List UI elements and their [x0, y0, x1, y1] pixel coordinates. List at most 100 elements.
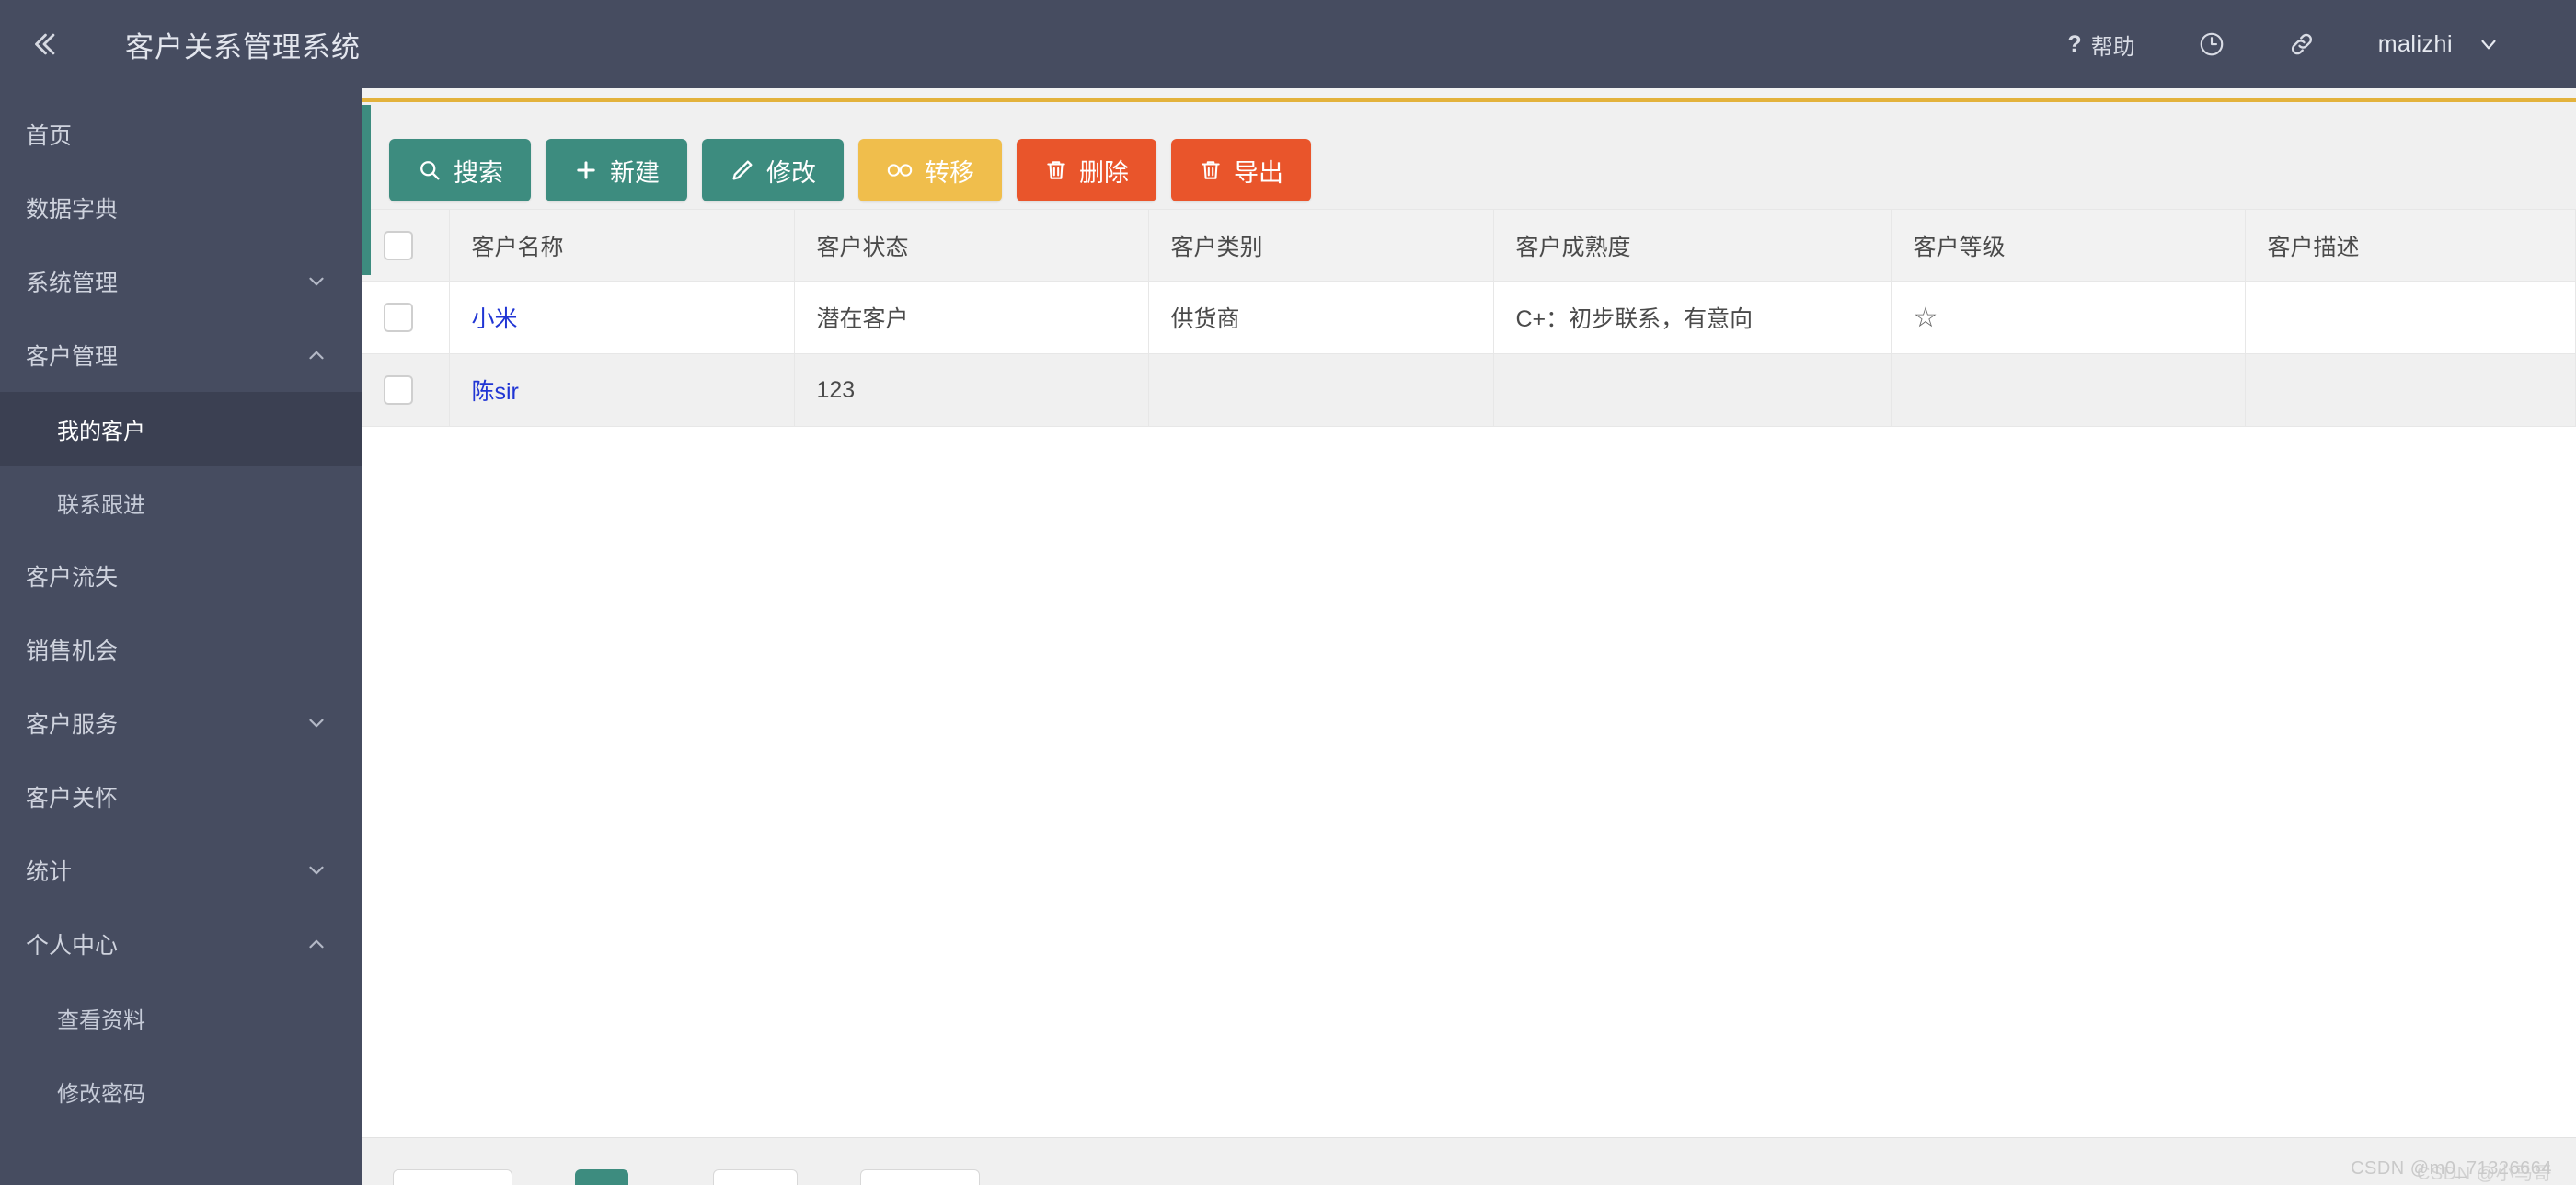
clock-icon	[2200, 32, 2224, 56]
sidebar-item-1[interactable]: 数据字典	[0, 171, 362, 245]
sidebar-item-label: 客户关怀	[26, 786, 119, 811]
table-row[interactable]: 小米 潜在客户 供货商 C+：初步联系，有意向 ☆	[362, 281, 2576, 354]
chevron-up-icon	[309, 351, 324, 360]
chevron-down-icon	[309, 866, 324, 875]
top-header-bar: 客户关系管理系统 ? 帮助 malizhi	[0, 0, 2576, 88]
toolbar-button-label: 新建	[610, 158, 660, 187]
sidebar-item-label: 系统管理	[26, 270, 119, 296]
column-header-state[interactable]: 客户状态	[794, 209, 1149, 282]
sidebar-item-13[interactable]: 修改密码	[0, 1054, 362, 1128]
sidebar-item-label: 联系跟进	[57, 492, 145, 518]
header-actions: ? 帮助 malizhi	[2036, 0, 2576, 88]
column-header-maturity[interactable]: 客户成熟度	[1493, 209, 1892, 282]
cell-level: ☆	[1891, 281, 2246, 354]
page-size-select[interactable]: 每页	[393, 1169, 512, 1185]
column-header-description[interactable]: 客户描述	[2245, 209, 2576, 282]
cell-category-text: 供货商	[1170, 306, 1240, 332]
toolbar-button-2[interactable]: 修改	[702, 139, 844, 201]
customer-name-link[interactable]: 小米	[472, 306, 518, 332]
sidebar-item-8[interactable]: 客户服务	[0, 686, 362, 760]
sidebar-item-0[interactable]: 首页	[0, 98, 362, 171]
sidebar-item-9[interactable]: 客户关怀	[0, 760, 362, 834]
total-pages-text: 总数	[649, 1180, 693, 1185]
trash-icon	[1044, 157, 1068, 183]
left-sidebar-nav: 首页数据字典系统管理客户管理我的客户联系跟进客户流失销售机会客户服务客户关怀统计…	[0, 88, 362, 1185]
customer-level-star: ☆	[1913, 302, 1938, 333]
sidebar-item-3[interactable]: 客户管理	[0, 318, 362, 392]
pagination-controls: 每页 共 1 总数 页 ↻	[362, 1138, 2576, 1185]
help-button[interactable]: ? 帮助	[2036, 0, 2166, 88]
body-container: 首页数据字典系统管理客户管理我的客户联系跟进客户流失销售机会客户服务客户关怀统计…	[0, 88, 2576, 1185]
table-head: 客户名称 客户状态 客户类别 客户成熟度 客户等级 客户描述	[362, 209, 2576, 282]
toolbar-button-1[interactable]: 新建	[546, 139, 687, 201]
goto-page-input[interactable]	[713, 1169, 798, 1185]
search-icon	[417, 157, 443, 183]
cell-description	[2245, 353, 2576, 427]
sidebar-item-12[interactable]: 查看资料	[0, 981, 362, 1054]
help-label: 帮助	[2090, 34, 2135, 60]
customer-table-area: 客户名称 客户状态 客户类别 客户成熟度 客户等级 客户描述 小米 潜在客户 供货商…	[362, 209, 2576, 1137]
row-select-cell	[362, 353, 450, 427]
toolbar-button-label: 修改	[766, 158, 816, 187]
select-all-checkbox[interactable]	[384, 230, 413, 260]
toolbar-button-4[interactable]: 删除	[1017, 139, 1156, 201]
crm-app-window: 客户关系管理系统 ? 帮助 malizhi 首页 数据字典 系统管理 客户管理 …	[0, 0, 2576, 1185]
link-button[interactable]	[2257, 0, 2347, 88]
sidebar-item-label: 客户管理	[26, 344, 119, 370]
goto-page-box[interactable]	[860, 1169, 980, 1185]
sidebar-item-10[interactable]: 统计	[0, 834, 362, 907]
sidebar-item-label: 统计	[26, 859, 73, 885]
column-header-level[interactable]: 客户等级	[1891, 209, 2246, 282]
cell-category: 供货商	[1148, 281, 1494, 354]
sidebar-item-11[interactable]: 个人中心	[0, 907, 362, 981]
link-chain-icon	[886, 157, 914, 183]
content-left-accent-bar	[362, 105, 371, 275]
sidebar-item-4[interactable]: 我的客户	[0, 392, 362, 466]
sidebar-item-label: 销售机会	[26, 639, 119, 664]
column-header-category[interactable]: 客户类别	[1148, 209, 1494, 282]
toolbar-button-0[interactable]: 搜索	[389, 139, 531, 201]
customer-name-link[interactable]: 陈sir	[472, 379, 519, 405]
pagination-footer: 每页 共 1 总数 页 ↻	[362, 1137, 2576, 1185]
cell-name: 小米	[449, 281, 795, 354]
cell-state: 123	[794, 353, 1149, 427]
cell-state: 潜在客户	[794, 281, 1149, 354]
toolbar-button-label: 导出	[1234, 158, 1283, 187]
cell-category	[1148, 353, 1494, 427]
toolbar-button-label: 转移	[925, 158, 974, 187]
select-all-header	[362, 209, 450, 282]
chevron-down-icon	[309, 719, 324, 728]
current-page-button[interactable]: 1	[575, 1169, 628, 1185]
sidebar-item-label: 个人中心	[26, 933, 119, 959]
page-size-label: 每页	[410, 1180, 454, 1185]
cell-description	[2245, 281, 2576, 354]
question-mark-icon: ?	[2067, 30, 2082, 57]
sidebar-item-7[interactable]: 销售机会	[0, 613, 362, 686]
sidebar-item-label: 首页	[26, 123, 73, 149]
refresh-icon[interactable]: ↻	[1000, 1180, 1023, 1185]
row-select-cell	[362, 281, 450, 354]
sidebar-item-6[interactable]: 客户流失	[0, 539, 362, 613]
toolbar-button-5[interactable]: 导出	[1171, 139, 1311, 201]
table-row[interactable]: 陈sir 123	[362, 353, 2576, 427]
sidebar-item-label: 客户服务	[26, 712, 119, 738]
sidebar-item-5[interactable]: 联系跟进	[0, 466, 362, 539]
trash-icon	[1199, 157, 1223, 183]
toolbar-button-label: 删除	[1079, 158, 1129, 187]
sidebar-item-2[interactable]: 系统管理	[0, 245, 362, 318]
total-count-text: 共	[533, 1180, 555, 1185]
toolbar-button-3[interactable]: 转移	[858, 139, 1002, 201]
row-checkbox[interactable]	[384, 303, 413, 332]
history-button[interactable]	[2167, 0, 2257, 88]
table-header-row: 客户名称 客户状态 客户类别 客户成熟度 客户等级 客户描述	[362, 209, 2576, 282]
row-checkbox[interactable]	[384, 375, 413, 405]
user-menu[interactable]: malizhi	[2347, 0, 2532, 88]
sidebar-collapse-icon[interactable]	[0, 0, 88, 88]
rule-spacer	[362, 102, 2576, 132]
cell-state-text: 潜在客户	[816, 306, 909, 332]
column-header-name[interactable]: 客户名称	[449, 209, 795, 282]
chevron-up-icon	[309, 939, 324, 949]
toolbar-button-label: 搜索	[454, 158, 503, 187]
chevron-down-icon	[309, 277, 324, 286]
cell-maturity-text: C+：初步联系，有意向	[1515, 306, 1754, 332]
